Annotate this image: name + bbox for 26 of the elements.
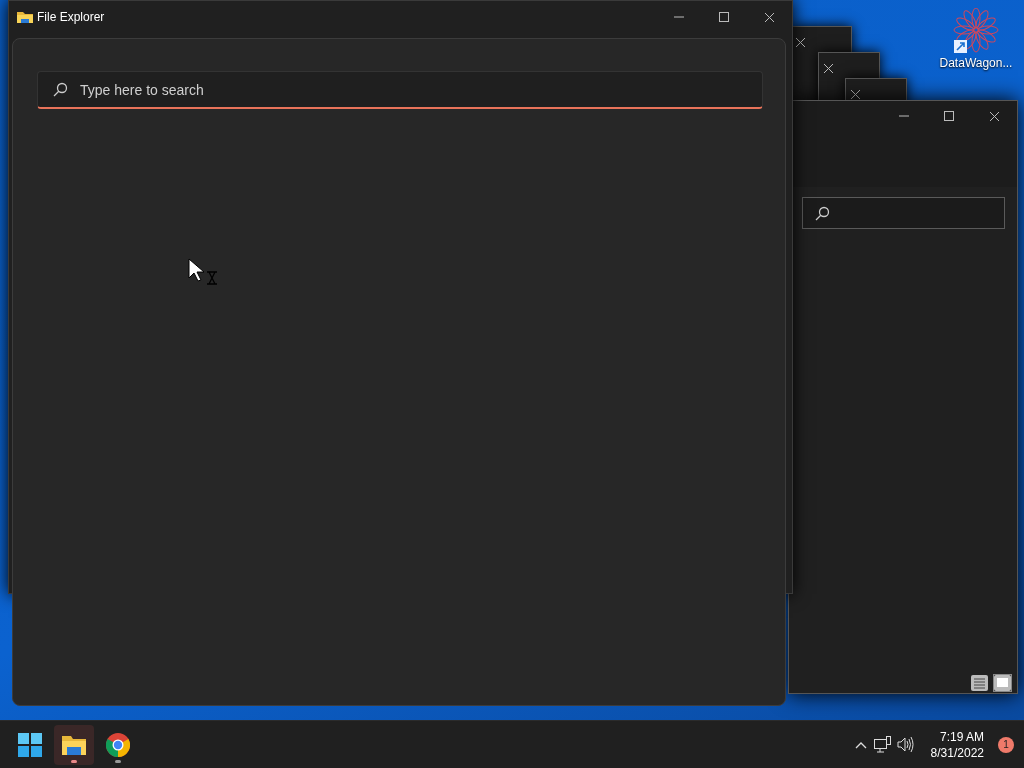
icon-label: DataWagon...: [939, 56, 1013, 70]
maximize-icon: [719, 11, 730, 23]
shortcut-icon[interactable]: [952, 8, 1000, 54]
busy-cursor-icon: [188, 258, 219, 288]
search-field[interactable]: [802, 197, 1005, 229]
list-view-icon: [971, 675, 988, 691]
search-icon: [815, 205, 830, 221]
notification-badge[interactable]: 1: [998, 736, 1014, 753]
windows-grid-icon: [18, 732, 42, 757]
window-view-icon: [994, 675, 1011, 691]
search-field[interactable]: Type here to search: [37, 71, 763, 109]
network-icon[interactable]: [873, 736, 891, 753]
folder-icon: [17, 10, 33, 24]
close-icon[interactable]: [795, 37, 806, 48]
close-icon: [764, 11, 775, 23]
speaker-icon[interactable]: [896, 736, 915, 753]
maximize-icon: [944, 110, 955, 122]
close-icon[interactable]: [823, 63, 834, 74]
browser-logo-icon: [106, 732, 130, 757]
file-explorer-button[interactable]: [54, 724, 94, 765]
close-icon[interactable]: [850, 89, 861, 100]
search-icon: [53, 82, 68, 97]
search-input[interactable]: Type here to search: [78, 80, 682, 99]
close-icon: [989, 110, 1000, 122]
window-title: File Explorer: [37, 10, 106, 24]
clock[interactable]: 7:19 AM 8/31/2022: [930, 728, 984, 761]
